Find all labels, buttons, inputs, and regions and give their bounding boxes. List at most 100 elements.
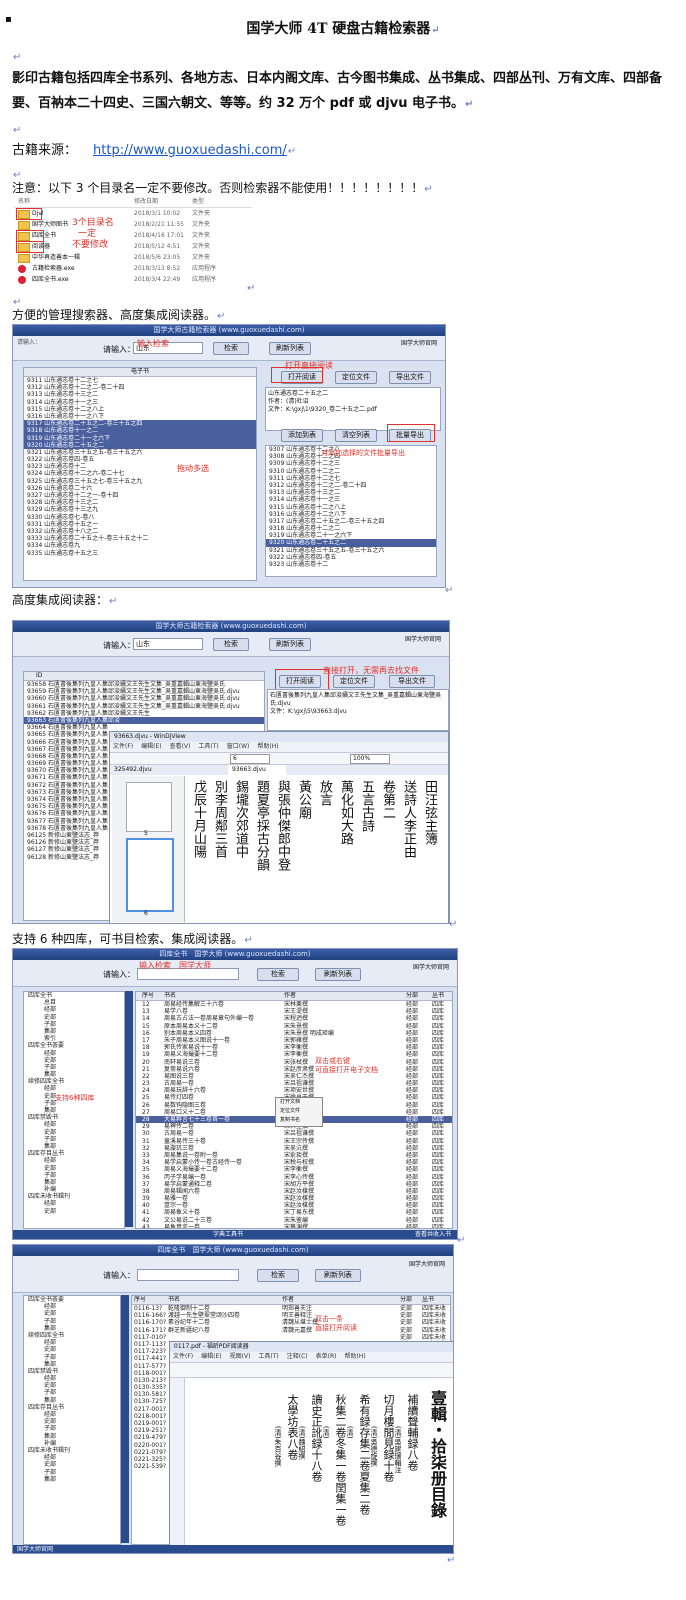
tree-node[interactable]: 经部	[24, 1050, 124, 1057]
tree-node[interactable]: 史部	[24, 1165, 124, 1172]
tree-node[interactable]: 史部	[24, 1461, 120, 1468]
list-item[interactable]: 9319 山东通志卷二十一之六下	[24, 434, 256, 442]
table-row[interactable]: 0117-010? 史部 四库未收	[132, 1334, 450, 1341]
tree-node[interactable]: 子部	[24, 1136, 124, 1143]
list-item[interactable]: 9315 山东通志卷十二之八上	[266, 504, 436, 511]
list-item[interactable]: 9334 山东通志卷九	[24, 542, 256, 549]
tree-node[interactable]: 经部	[24, 1303, 120, 1310]
tree-node[interactable]: 子部	[24, 1469, 120, 1476]
tree-node[interactable]: 四库禁毁书	[24, 1114, 124, 1121]
table-row[interactable]: 36 丙子学易编一卷 宋李心传撰 经部 四库	[136, 1174, 452, 1181]
table-row[interactable]: 31 童溪易传三十卷 宋王宗传撰 经部 四库	[136, 1138, 452, 1145]
table-row[interactable]: 41 周易象义十卷 宋丁易东撰 经部 四库	[136, 1209, 452, 1216]
list-item[interactable]: 93661 石匱書後集列九皇人集邱浚續文王先生文集_吳重嘉輯山東海鹽吳氏.djv…	[24, 703, 264, 710]
list-item[interactable]: 93660 石匱書後集列九皇人集邱浚續文王先生文集_吳重嘉輯山東海鹽吳氏.djv…	[24, 695, 264, 702]
table-row[interactable]: 0116-171? 群芝新疆纪八卷 清魏元嘉撰 史部 四库未收	[132, 1327, 450, 1334]
tree-node[interactable]: 子部	[24, 1318, 120, 1325]
tree-node[interactable]: 集部	[24, 1325, 120, 1332]
app4-tree[interactable]: 四库全书荟要 经部 史部 子部 集部 续修四库全书 经部 史部 子部 集部 四库禁毁书 经部 史部 子部集…	[23, 1295, 121, 1545]
tree-node[interactable]: 总目	[24, 999, 124, 1006]
zoom-select[interactable]: 100%	[350, 754, 390, 764]
column-header[interactable]: 作者	[282, 1296, 294, 1304]
list-item[interactable]: 9329 山东通志卷十三之九	[24, 506, 256, 513]
app2-search-input[interactable]: 山东	[133, 638, 203, 650]
tree-node[interactable]: 四库存目丛书	[24, 1404, 120, 1411]
list-item[interactable]: 9335 山东通志卷十五之三	[24, 550, 256, 557]
tree-node[interactable]: 经部	[24, 1085, 124, 1092]
dir-row[interactable]: 古籍检索器.exe 2018/3/13 8:52 应用程序	[14, 263, 252, 274]
menu-item[interactable]: 帮助(H)	[257, 743, 278, 750]
list-item[interactable]: 9314 山东通志卷十一之三	[24, 399, 256, 406]
table-row[interactable]: 21 复斋易说六卷 宋赵彦肃撰 经部 四库	[136, 1066, 452, 1073]
list-item[interactable]: 9317 山东通志卷二十五之二-卷三十五之四	[266, 518, 436, 525]
viewer-tab-2[interactable]: 93663.djvu	[228, 765, 286, 775]
table-row[interactable]: 32 易璇玑三卷 宋吴沆撰 经部 四库	[136, 1145, 452, 1152]
list-item[interactable]: 9311 山东通志卷十二之七	[266, 475, 436, 482]
tree-node[interactable]: 子部	[24, 1021, 124, 1028]
menu-locate[interactable]: 定位文件	[280, 1107, 322, 1116]
column-header[interactable]: 书名	[168, 1296, 180, 1304]
tree-node[interactable]: 子部	[24, 1064, 124, 1071]
table-row[interactable]: 30 古周易一卷 宋吕祖谦撰 经部 四库	[136, 1130, 452, 1137]
tree-node[interactable]: 经部	[24, 1006, 124, 1013]
tree-node[interactable]: 子部	[24, 1389, 120, 1396]
table-row[interactable]: 14 周易古占法一卷周易章句外编一卷 宋程迥撰 经部 四库	[136, 1015, 452, 1022]
app2-export-button[interactable]: 导出文件	[389, 675, 435, 688]
list-item[interactable]: 9314 山东通志卷十一之三	[266, 496, 436, 503]
tree-node[interactable]: 子部	[24, 1425, 120, 1432]
table-row[interactable]: 43 易象意言一卷 宋蔡渊撰 经部 四库	[136, 1224, 452, 1228]
tree-node[interactable]: 史部	[24, 1382, 120, 1389]
table-row[interactable]: 16 别本周易本义四卷 宋朱熹撰 明成矩编 经部 四库	[136, 1030, 452, 1037]
list-item[interactable]: 9321 山东通志卷三十五之五-卷三十五之六	[266, 547, 436, 554]
menu-copy[interactable]: 复制书名	[280, 1116, 322, 1125]
tree-node[interactable]: 集部	[24, 1028, 124, 1035]
table-row[interactable]: 15 原本周易本义十二卷 宋朱熹撰 经部 四库	[136, 1023, 452, 1030]
list-item[interactable]: 9315 山东通志卷十二之八上	[24, 406, 256, 413]
table-row[interactable]: 38 周易辑闻六卷 宋赵汝楳撰 经部 四库	[136, 1188, 452, 1195]
tree-node[interactable]: 史部	[24, 1208, 124, 1215]
tree-node[interactable]: 经部	[24, 1200, 124, 1207]
list-item[interactable]: 9313 山东通志卷十三之二	[24, 391, 256, 398]
app4-refresh-button[interactable]: 刷新列表	[315, 1269, 361, 1282]
tree-node[interactable]: 四库全书荟要	[24, 1042, 124, 1049]
app1-clear-button[interactable]: 清空列表	[335, 429, 377, 442]
app1-selected-list[interactable]: 9307 山东通志卷十二之八 9308 山东通志卷十二之四 9309 山东通志卷十二…	[265, 445, 437, 577]
menu-item[interactable]: 窗口(W)	[227, 743, 250, 750]
tree-node[interactable]: 史部	[24, 1129, 124, 1136]
app1-add-button[interactable]: 添加到表	[281, 429, 323, 442]
menu-item[interactable]: 表单(R)	[316, 1353, 337, 1360]
tree-node[interactable]: 续修四库全书	[24, 1078, 124, 1085]
list-item[interactable]: 9316 山东通志卷十二之八下	[266, 511, 436, 518]
list-item[interactable]: 9324 山东通志卷十二之六-卷二十七	[24, 470, 256, 477]
tree-node[interactable]: 四库全书	[24, 992, 124, 999]
list-item[interactable]: 9321 山东通志卷三十五之五-卷三十五之六	[24, 449, 256, 456]
menu-item[interactable]: 注释(C)	[287, 1353, 308, 1360]
list-item[interactable]: 9322 山东通志卷四-卷五	[266, 554, 436, 561]
table-row[interactable]: 0116-170? 素谷纪年十二卷 清魏从堪士撰 史部 四库未收	[132, 1319, 450, 1326]
app3-tree[interactable]: 四库全书 总目 经部 史部 子部 集部 索引 四库全书荟要 经部 史部 子部 集部 续修四库全书 经部 史部…	[23, 991, 125, 1229]
dir-row[interactable]: Djvl 2018/3/1 10:02 文件夹	[14, 208, 252, 219]
table-row[interactable]: 37 易学启蒙通释二卷 宋胡方平撰 经部 四库	[136, 1181, 452, 1188]
tree-node[interactable]: 集部	[24, 1433, 120, 1440]
app1-list[interactable]: 电子书 9311 山东通志卷十二之七 9312 山东通志卷十二之二-卷二十四 931…	[23, 367, 257, 581]
app1-export-button[interactable]: 导出文件	[389, 371, 431, 384]
tree-node[interactable]: 四库未收书辑刊	[24, 1193, 124, 1200]
tree-node[interactable]: 四库禁毁书	[24, 1368, 120, 1375]
list-item[interactable]: 9325 山东通志卷三十五之七-卷三十五之九	[24, 478, 256, 485]
page-number-input[interactable]: 6	[230, 754, 270, 764]
column-header[interactable]: 分部	[400, 1296, 412, 1304]
dir-row[interactable]: 四库全书.exe 2018/3/4 22:49 应用程序	[14, 274, 252, 285]
tree-node[interactable]: 四库全书荟要	[24, 1296, 120, 1303]
tree-node[interactable]: 经部	[24, 1375, 120, 1382]
tree-node[interactable]: 史部	[24, 1057, 124, 1064]
dir-row[interactable]: 国学大师图书 2018/2/21 11:55 文件夹	[14, 219, 252, 230]
menu-item[interactable]: 编辑(E)	[201, 1353, 221, 1360]
tree-node[interactable]: 子部	[24, 1172, 124, 1179]
app2-search-button[interactable]: 检索	[213, 638, 249, 651]
column-header[interactable]: 书名	[164, 992, 176, 1000]
menu-item[interactable]: 帮助(H)	[345, 1353, 366, 1360]
list-item[interactable]: 9309 山东通志卷十二之三	[266, 460, 436, 467]
list-item[interactable]: 9323 山东通志卷十二	[266, 561, 436, 568]
menu-item[interactable]: 编辑(E)	[141, 743, 161, 750]
column-header[interactable]: 序号	[142, 992, 154, 1000]
